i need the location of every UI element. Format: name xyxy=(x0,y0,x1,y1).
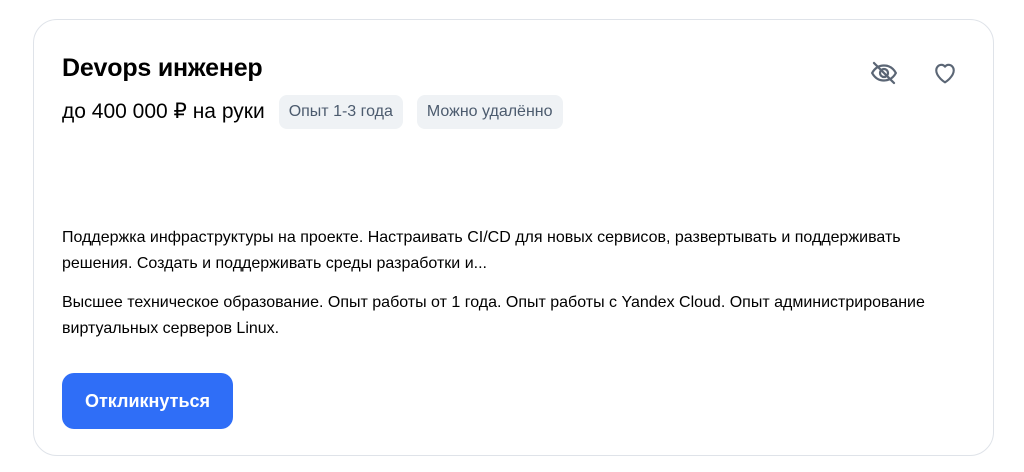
vacancy-description: Поддержка инфраструктуры на проекте. Нас… xyxy=(62,229,901,272)
apply-button[interactable]: Откликнуться xyxy=(62,373,233,429)
heart-icon xyxy=(931,59,959,87)
experience-tag: Опыт 1-3 года xyxy=(278,95,403,129)
vacancy-card: Devops инженер до 400 000 ₽ на руки Опыт… xyxy=(33,19,994,456)
salary: до 400 000 ₽ на руки xyxy=(62,100,265,123)
vacancy-title[interactable]: Devops инженер xyxy=(62,52,263,84)
favorite-button[interactable] xyxy=(929,57,961,89)
salary-row: до 400 000 ₽ на руки Опыт 1-3 года Можно… xyxy=(62,95,577,129)
remote-tag: Можно удалённо xyxy=(416,95,563,129)
vacancy-requirements: Высшее техническое образование. Опыт раб… xyxy=(62,294,925,337)
hide-vacancy-button[interactable] xyxy=(868,57,900,89)
eye-off-icon xyxy=(869,58,899,88)
